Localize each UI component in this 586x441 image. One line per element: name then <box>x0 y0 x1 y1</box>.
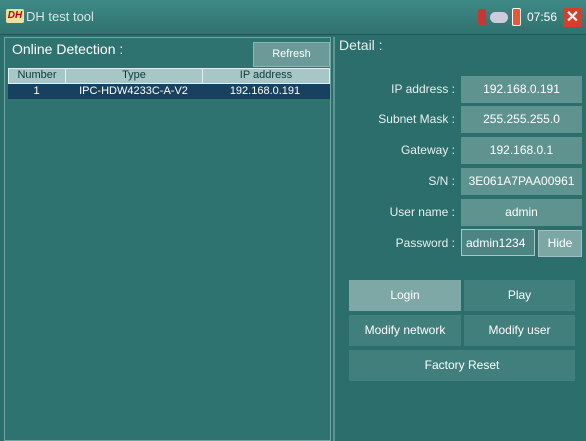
cell-type: IPC-HDW4233C-A-V2 <box>79 85 188 97</box>
cell-ip: 192.168.0.191 <box>229 85 301 97</box>
table-header: Number Type IP address <box>8 68 330 84</box>
sd-card-icon <box>477 9 486 25</box>
password-field[interactable]: admin1234 <box>461 229 535 256</box>
cell-number: 1 <box>33 85 40 97</box>
title-bar: DH DH test tool 07:56 ✕ <box>0 0 586 35</box>
clock: 07:56 <box>526 10 557 24</box>
hide-password-button[interactable]: Hide <box>538 230 582 257</box>
serial-number-label: S/N : <box>428 174 455 188</box>
user-name-label: User name : <box>389 205 455 219</box>
play-button[interactable]: Play <box>464 280 575 311</box>
device-table: Number Type IP address 1 IPC-HDW4233C-A-… <box>8 68 330 99</box>
gateway-label: Gateway : <box>400 143 455 157</box>
battery-icon <box>511 8 521 26</box>
close-icon[interactable]: ✕ <box>563 7 582 27</box>
serial-number-field[interactable]: 3E061A7PAA00961 <box>461 168 582 195</box>
column-header-type[interactable]: Type <box>66 69 203 83</box>
factory-reset-button[interactable]: Factory Reset <box>349 350 575 381</box>
online-detection-panel: Online Detection : Refresh Number Type I… <box>4 37 331 441</box>
ip-address-label: IP address : <box>391 82 455 96</box>
user-name-field[interactable]: admin <box>461 199 582 226</box>
login-button[interactable]: Login <box>349 280 461 311</box>
password-label: Password : <box>395 236 455 250</box>
app-logo: DH <box>6 9 24 23</box>
usb-icon <box>489 11 508 23</box>
modify-network-button[interactable]: Modify network <box>349 315 461 346</box>
detail-title: Detail : <box>339 37 383 53</box>
online-detection-title: Online Detection : <box>12 41 124 57</box>
refresh-button[interactable]: Refresh <box>253 42 330 67</box>
gateway-field[interactable]: 192.168.0.1 <box>461 137 582 164</box>
app-title: DH test tool <box>26 9 94 24</box>
subnet-mask-field[interactable]: 255.255.255.0 <box>461 106 582 133</box>
status-area: 07:56 ✕ <box>477 7 582 27</box>
column-header-ip[interactable]: IP address <box>203 69 329 83</box>
ip-address-field[interactable]: 192.168.0.191 <box>461 76 582 103</box>
table-row[interactable]: 1 IPC-HDW4233C-A-V2 192.168.0.191 <box>8 84 330 99</box>
modify-user-button[interactable]: Modify user <box>464 315 575 346</box>
subnet-mask-label: Subnet Mask : <box>378 112 455 126</box>
column-header-number[interactable]: Number <box>9 69 66 83</box>
